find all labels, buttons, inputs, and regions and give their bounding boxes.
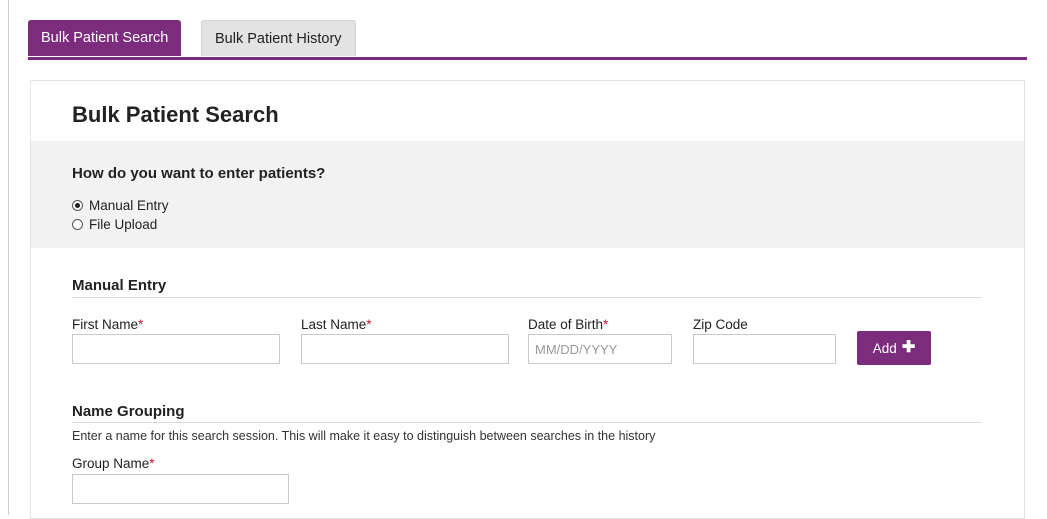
group-name-label-text: Group Name [72,456,150,471]
radio-unchecked-icon[interactable] [72,218,83,230]
zip-label: Zip Code [693,317,748,332]
tab-bulk-patient-search[interactable]: Bulk Patient Search [28,20,182,56]
left-border [8,0,9,515]
plus-icon: ✚ [901,339,916,356]
required-mark: * [366,317,372,332]
first-name-label: First Name* [72,317,143,332]
radio-manual-entry-label: Manual Entry [89,197,169,213]
add-button-label: Add [872,340,897,356]
entry-method-box: How do you want to enter patients? Manua… [31,141,1024,248]
dob-input[interactable] [528,334,672,364]
name-grouping-divider [72,422,982,423]
radio-file-upload[interactable]: File Upload [72,216,157,232]
entry-method-question: How do you want to enter patients? [72,165,326,182]
tab-bulk-patient-history[interactable]: Bulk Patient History [201,20,356,56]
group-name-input[interactable] [72,474,289,504]
search-panel: Bulk Patient Search How do you want to e… [30,80,1025,519]
dob-label: Date of Birth* [528,317,608,332]
last-name-label: Last Name* [301,317,372,332]
zip-input[interactable] [693,334,836,364]
manual-entry-title: Manual Entry [72,277,167,294]
last-name-label-text: Last Name [301,317,367,332]
first-name-label-text: First Name [72,317,139,332]
add-button[interactable]: Add ✚ [857,331,931,365]
radio-checked-icon[interactable] [72,199,83,211]
page-title: Bulk Patient Search [72,102,279,127]
radio-manual-entry[interactable]: Manual Entry [72,197,169,213]
last-name-input[interactable] [301,334,509,364]
name-grouping-title: Name Grouping [72,403,185,420]
tab-bar: Bulk Patient Search Bulk Patient History [28,20,1027,58]
required-mark: * [138,317,144,332]
radio-file-upload-label: File Upload [89,216,158,232]
name-grouping-help-text: Enter a name for this search session. Th… [72,429,656,443]
tab-underline [28,57,1027,60]
dob-label-text: Date of Birth [528,317,604,332]
first-name-input[interactable] [72,334,280,364]
required-mark: * [603,317,609,332]
required-mark: * [149,456,155,471]
manual-entry-divider [72,297,982,298]
group-name-label: Group Name* [72,456,155,471]
